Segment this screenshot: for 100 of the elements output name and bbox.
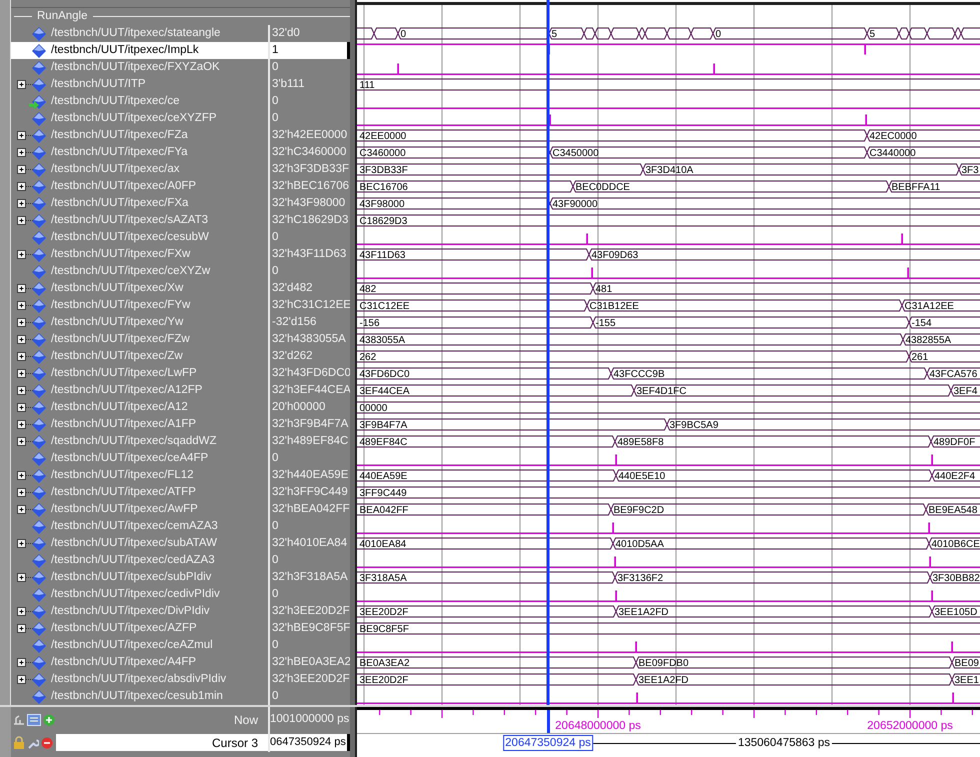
diamond-icon [32, 230, 46, 244]
expand-icon[interactable] [17, 199, 33, 208]
signal-name[interactable]: /testbnch/UUT/itpexec/Xw [11, 280, 268, 297]
signal-name[interactable]: /testbnch/UUT/itpexec/AwFP [11, 501, 268, 518]
expand-icon[interactable] [17, 335, 33, 344]
signal-name[interactable]: /testbnch/UUT/itpexec/FXw [11, 246, 268, 263]
signal-name[interactable]: /testbnch/UUT/itpexec/ceXYZw [11, 263, 268, 280]
signal-name[interactable]: /testbnch/UUT/itpexec/A12 [11, 399, 268, 416]
expand-icon[interactable] [17, 131, 33, 140]
diamond-icon [32, 248, 46, 262]
now-value: 1001000000 ps [270, 712, 350, 728]
bus-segment: 42EE0000 [357, 130, 868, 142]
signal-value: 0 [271, 518, 280, 534]
diamond-icon [32, 26, 46, 40]
bus-segment: 3EE1A2FD [615, 606, 933, 618]
pane-splitter[interactable] [350, 0, 357, 705]
bus-segment: 4010D5AA [612, 538, 930, 550]
signal-name[interactable]: /testbnch/UUT/itpexec/ceA4FP [11, 450, 268, 467]
signal-name[interactable]: /testbnch/UUT/itpexec/ImpLk [11, 42, 268, 59]
expand-icon[interactable] [17, 471, 33, 480]
signal-name[interactable]: /testbnch/UUT/itpexec/cesub1min [11, 688, 268, 705]
signal-name[interactable]: /testbnch/UUT/itpexec/subATAW [11, 535, 268, 552]
bus-segment: 3F30BB82 [929, 572, 980, 584]
bus-segment: 3F3136F2 [614, 572, 931, 584]
signal-name[interactable]: /testbnch/UUT/itpexec/cedAZA3 [11, 552, 268, 569]
expand-icon[interactable] [17, 80, 33, 89]
expand-icon[interactable] [17, 301, 33, 310]
signal-name[interactable]: /testbnch/UUT/itpexec/FXa [11, 195, 268, 212]
remove-icon[interactable] [41, 736, 53, 748]
tool-icon[interactable] [13, 714, 25, 726]
signal-name[interactable]: /testbnch/UUT/itpexec/ce [11, 93, 268, 110]
signal-name[interactable]: /testbnch/UUT/itpexec/FL12 [11, 467, 268, 484]
expand-icon[interactable] [17, 318, 33, 327]
signal-name[interactable]: /testbnch/UUT/itpexec/ax [11, 161, 268, 178]
signal-name[interactable]: /testbnch/UUT/itpexec/sqaddWZ [11, 433, 268, 450]
window-icon[interactable] [27, 714, 41, 726]
expand-icon[interactable] [17, 488, 33, 497]
signal-name[interactable]: /testbnch/UUT/itpexec/cedivPIdiv [11, 586, 268, 603]
cursor-time[interactable]: 20647350924 ps [503, 735, 593, 751]
diamond-icon [32, 180, 46, 194]
expand-icon[interactable] [17, 624, 33, 633]
expand-icon[interactable] [17, 658, 33, 667]
signal-value: 0 [271, 110, 280, 126]
expand-icon[interactable] [17, 539, 33, 548]
expand-icon[interactable] [17, 352, 33, 361]
signal-name[interactable]: /testbnch/UUT/itpexec/A12FP [11, 382, 268, 399]
group-label[interactable]: RunAngle [37, 8, 88, 26]
wrench-icon[interactable] [27, 736, 39, 748]
signal-name[interactable]: /testbnch/UUT/itpexec/ceAZmul [11, 637, 268, 654]
add-icon[interactable] [43, 714, 55, 726]
signal-name[interactable]: /testbnch/UUT/itpexec/cemAZA3 [11, 518, 268, 535]
signal-name[interactable]: /testbnch/UUT/itpexec/FXYZaOK [11, 59, 268, 76]
diamond-icon [32, 434, 46, 448]
expand-icon[interactable] [17, 607, 33, 616]
diamond-icon [32, 638, 46, 652]
bus-segment: 4382855A [902, 334, 980, 346]
signal-name[interactable]: /testbnch/UUT/itpexec/A4FP [11, 654, 268, 671]
diamond-icon [32, 400, 46, 414]
signal-name[interactable]: /testbnch/UUT/itpexec/FZw [11, 331, 268, 348]
signal-name[interactable]: /testbnch/UUT/itpexec/AZFP [11, 620, 268, 637]
signal-name[interactable]: /testbnch/UUT/itpexec/LwFP [11, 365, 268, 382]
bus-segment: 489EF84C [357, 436, 616, 448]
signal-name[interactable]: /testbnch/UUT/itpexec/A1FP [11, 416, 268, 433]
signal-name[interactable]: /testbnch/UUT/itpexec/subPIdiv [11, 569, 268, 586]
expand-icon[interactable] [17, 165, 33, 174]
signal-name[interactable]: /testbnch/UUT/itpexec/DivPIdiv [11, 603, 268, 620]
bus-segment: -155 [592, 316, 910, 329]
expand-icon[interactable] [17, 675, 33, 684]
expand-icon[interactable] [17, 420, 33, 429]
signal-name[interactable]: /testbnch/UUT/itpexec/Zw [11, 348, 268, 365]
bus-segment: BE09FDB0 [635, 656, 953, 669]
signal-name[interactable]: /testbnch/UUT/itpexec/sAZAT3 [11, 212, 268, 229]
expand-icon[interactable] [17, 148, 33, 157]
signal-name[interactable]: /testbnch/UUT/ITP [11, 76, 268, 93]
expand-icon[interactable] [17, 182, 33, 191]
expand-icon[interactable] [17, 505, 33, 514]
signal-name[interactable]: /testbnch/UUT/itpexec/stateangle [11, 25, 268, 42]
signal-name[interactable]: /testbnch/UUT/itpexec/ATFP [11, 484, 268, 501]
signal-name[interactable]: /testbnch/UUT/itpexec/cesubW [11, 229, 268, 246]
expand-icon[interactable] [17, 369, 33, 378]
pane-splitter[interactable] [350, 707, 357, 757]
bus-segment: BEC16706 [357, 180, 574, 193]
signal-name[interactable]: /testbnch/UUT/itpexec/FYa [11, 144, 268, 161]
expand-icon[interactable] [17, 250, 33, 259]
bus-segment: 3F3D410A [642, 164, 960, 176]
signal-name[interactable]: /testbnch/UUT/itpexec/ceXYZFP [11, 110, 268, 127]
expand-icon[interactable] [17, 216, 33, 225]
signal-value: 32'h489EF84C [271, 434, 350, 449]
signal-name[interactable]: /testbnch/UUT/itpexec/absdivPIdiv [11, 671, 268, 688]
bus-segment: BEBFFA11 [888, 180, 980, 193]
expand-icon[interactable] [17, 284, 33, 293]
expand-icon[interactable] [17, 573, 33, 582]
signal-name[interactable]: /testbnch/UUT/itpexec/FZa [11, 127, 268, 144]
expand-icon[interactable] [17, 437, 33, 446]
signal-name[interactable]: /testbnch/UUT/itpexec/A0FP [11, 178, 268, 195]
cursor-name[interactable]: Cursor 3 [56, 734, 268, 751]
expand-icon[interactable] [17, 386, 33, 395]
expand-icon[interactable] [17, 403, 33, 412]
signal-name[interactable]: /testbnch/UUT/itpexec/FYw [11, 297, 268, 314]
signal-name[interactable]: /testbnch/UUT/itpexec/Yw [11, 314, 268, 331]
